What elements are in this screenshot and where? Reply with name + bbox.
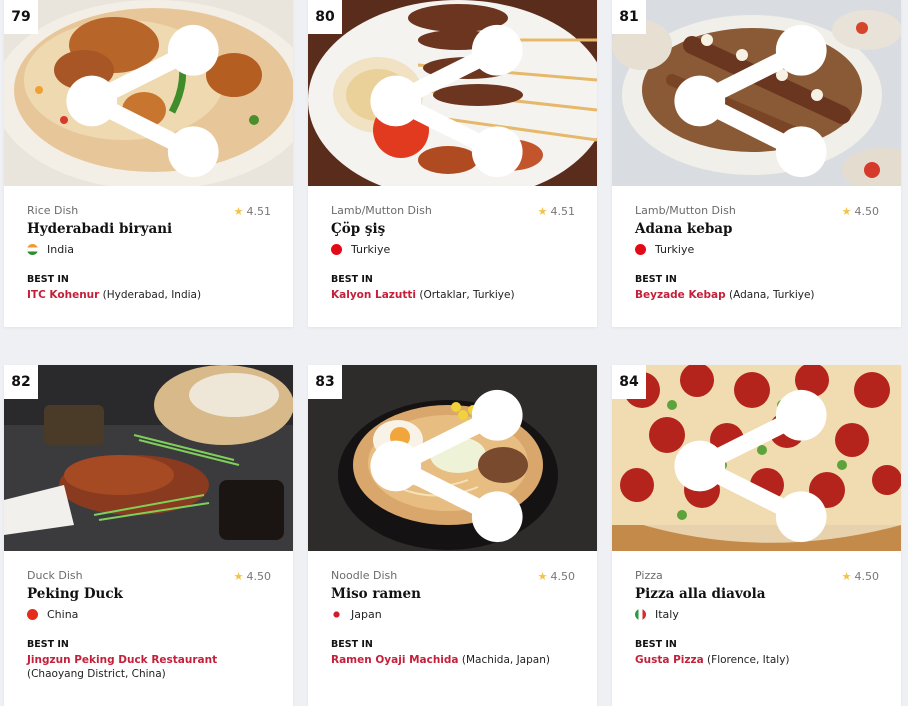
rating-value: 4.50 — [854, 205, 880, 218]
country-name: Japan — [351, 608, 382, 621]
country-name: China — [47, 608, 79, 621]
dish-photo[interactable]: 84 — [612, 365, 901, 551]
italy-flag-icon — [635, 609, 646, 620]
dish-name[interactable]: Adana kebap — [635, 221, 878, 237]
dish-rating: ★ 4.51 — [234, 205, 271, 218]
best-in-place: Gusta Pizza (Florence, Italy) — [635, 653, 878, 667]
share-icon[interactable] — [308, 373, 591, 551]
china-flag-icon — [27, 609, 38, 620]
country-name: India — [47, 243, 74, 256]
best-in-label: BEST IN — [635, 274, 677, 285]
rating-value: 4.50 — [550, 570, 576, 583]
dish-name[interactable]: Peking Duck — [27, 586, 270, 602]
dish-country: Italy — [635, 608, 878, 621]
dish-name[interactable]: Pizza alla diavola — [635, 586, 878, 602]
turkey-flag-icon — [331, 244, 342, 255]
country-name: Turkiye — [351, 243, 391, 256]
restaurant-link[interactable]: Kalyon Lazutti — [331, 289, 416, 301]
dish-rating: ★ 4.50 — [842, 205, 879, 218]
restaurant-link[interactable]: Jingzun Peking Duck Restaurant — [27, 654, 217, 666]
restaurant-location: (Florence, Italy) — [703, 654, 790, 666]
dish-photo[interactable]: 82 — [4, 365, 293, 551]
dish-country: India — [27, 243, 270, 256]
best-in-place: Beyzade Kebap (Adana, Turkiye) — [635, 288, 878, 302]
india-flag-icon — [27, 244, 38, 255]
best-in-label: BEST IN — [331, 274, 373, 285]
dish-card[interactable]: 79 Rice Dish ★ 4.51 Hyderabadi biryani In… — [4, 0, 293, 327]
share-icon[interactable] — [612, 8, 895, 186]
dish-card[interactable]: 84 Pizza ★ 4.50 Pizza alla diavola Italy … — [612, 365, 901, 706]
star-icon: ★ — [233, 205, 244, 218]
peking-duck-image — [4, 365, 293, 551]
dish-rating: ★ 4.50 — [538, 570, 575, 583]
restaurant-link[interactable]: Beyzade Kebap — [635, 289, 726, 301]
star-icon: ★ — [537, 570, 548, 583]
dish-photo[interactable]: 83 — [308, 365, 597, 551]
dish-grid: 79 Rice Dish ★ 4.51 Hyderabadi biryani In… — [0, 0, 908, 706]
restaurant-location: (Ortaklar, Turkiye) — [416, 289, 515, 301]
dish-country: China — [27, 608, 270, 621]
share-icon[interactable] — [308, 8, 591, 186]
dish-rating: ★ 4.50 — [234, 570, 271, 583]
best-in-place: Jingzun Peking Duck Restaurant (Chaoyang… — [27, 653, 270, 681]
rating-value: 4.50 — [854, 570, 880, 583]
best-in-label: BEST IN — [331, 639, 373, 650]
restaurant-location: (Hyderabad, India) — [99, 289, 202, 301]
dish-photo[interactable]: 79 — [4, 0, 293, 186]
dish-card[interactable]: 82 Duck Dish ★ 4.50 Peking Duck China BES… — [4, 365, 293, 706]
dish-name[interactable]: Çöp şiş — [331, 221, 574, 237]
restaurant-link[interactable]: Ramen Oyaji Machida — [331, 654, 459, 666]
best-in-label: BEST IN — [27, 639, 69, 650]
dish-card[interactable]: 80 Lamb/Mutton Dish ★ 4.51 Çöp şiş Turkiy… — [308, 0, 597, 327]
restaurant-link[interactable]: Gusta Pizza — [635, 654, 704, 666]
rating-value: 4.51 — [550, 205, 576, 218]
dish-card[interactable]: 83 Noodle Dish ★ 4.50 Miso ramen Japan BE… — [308, 365, 597, 706]
dish-country: Turkiye — [635, 243, 878, 256]
restaurant-link[interactable]: ITC Kohenur — [27, 289, 99, 301]
japan-flag-icon — [331, 609, 342, 620]
dish-country: Japan — [331, 608, 574, 621]
dish-name[interactable]: Miso ramen — [331, 586, 574, 602]
turkey-flag-icon — [635, 244, 646, 255]
best-in-label: BEST IN — [27, 274, 69, 285]
star-icon: ★ — [537, 205, 548, 218]
best-in-place: Ramen Oyaji Machida (Machida, Japan) — [331, 653, 574, 667]
rank-badge: 82 — [4, 365, 38, 399]
best-in-place: Kalyon Lazutti (Ortaklar, Turkiye) — [331, 288, 574, 302]
restaurant-location: (Adana, Turkiye) — [725, 289, 815, 301]
dish-name[interactable]: Hyderabadi biryani — [27, 221, 270, 237]
rating-value: 4.51 — [246, 205, 272, 218]
restaurant-location: (Machida, Japan) — [458, 654, 550, 666]
star-icon: ★ — [233, 570, 244, 583]
country-name: Turkiye — [655, 243, 695, 256]
star-icon: ★ — [841, 570, 852, 583]
dish-rating: ★ 4.51 — [538, 205, 575, 218]
share-icon[interactable] — [612, 373, 895, 551]
share-icon[interactable] — [4, 8, 287, 186]
dish-photo[interactable]: 81 — [612, 0, 901, 186]
dish-rating: ★ 4.50 — [842, 570, 879, 583]
dish-card[interactable]: 81 Lamb/Mutton Dish ★ 4.50 Adana kebap Tu… — [612, 0, 901, 327]
best-in-label: BEST IN — [635, 639, 677, 650]
dish-photo[interactable]: 80 — [308, 0, 597, 186]
star-icon: ★ — [841, 205, 852, 218]
best-in-place: ITC Kohenur (Hyderabad, India) — [27, 288, 270, 302]
rating-value: 4.50 — [246, 570, 272, 583]
restaurant-location: (Chaoyang District, China) — [27, 668, 166, 680]
country-name: Italy — [655, 608, 679, 621]
dish-country: Turkiye — [331, 243, 574, 256]
